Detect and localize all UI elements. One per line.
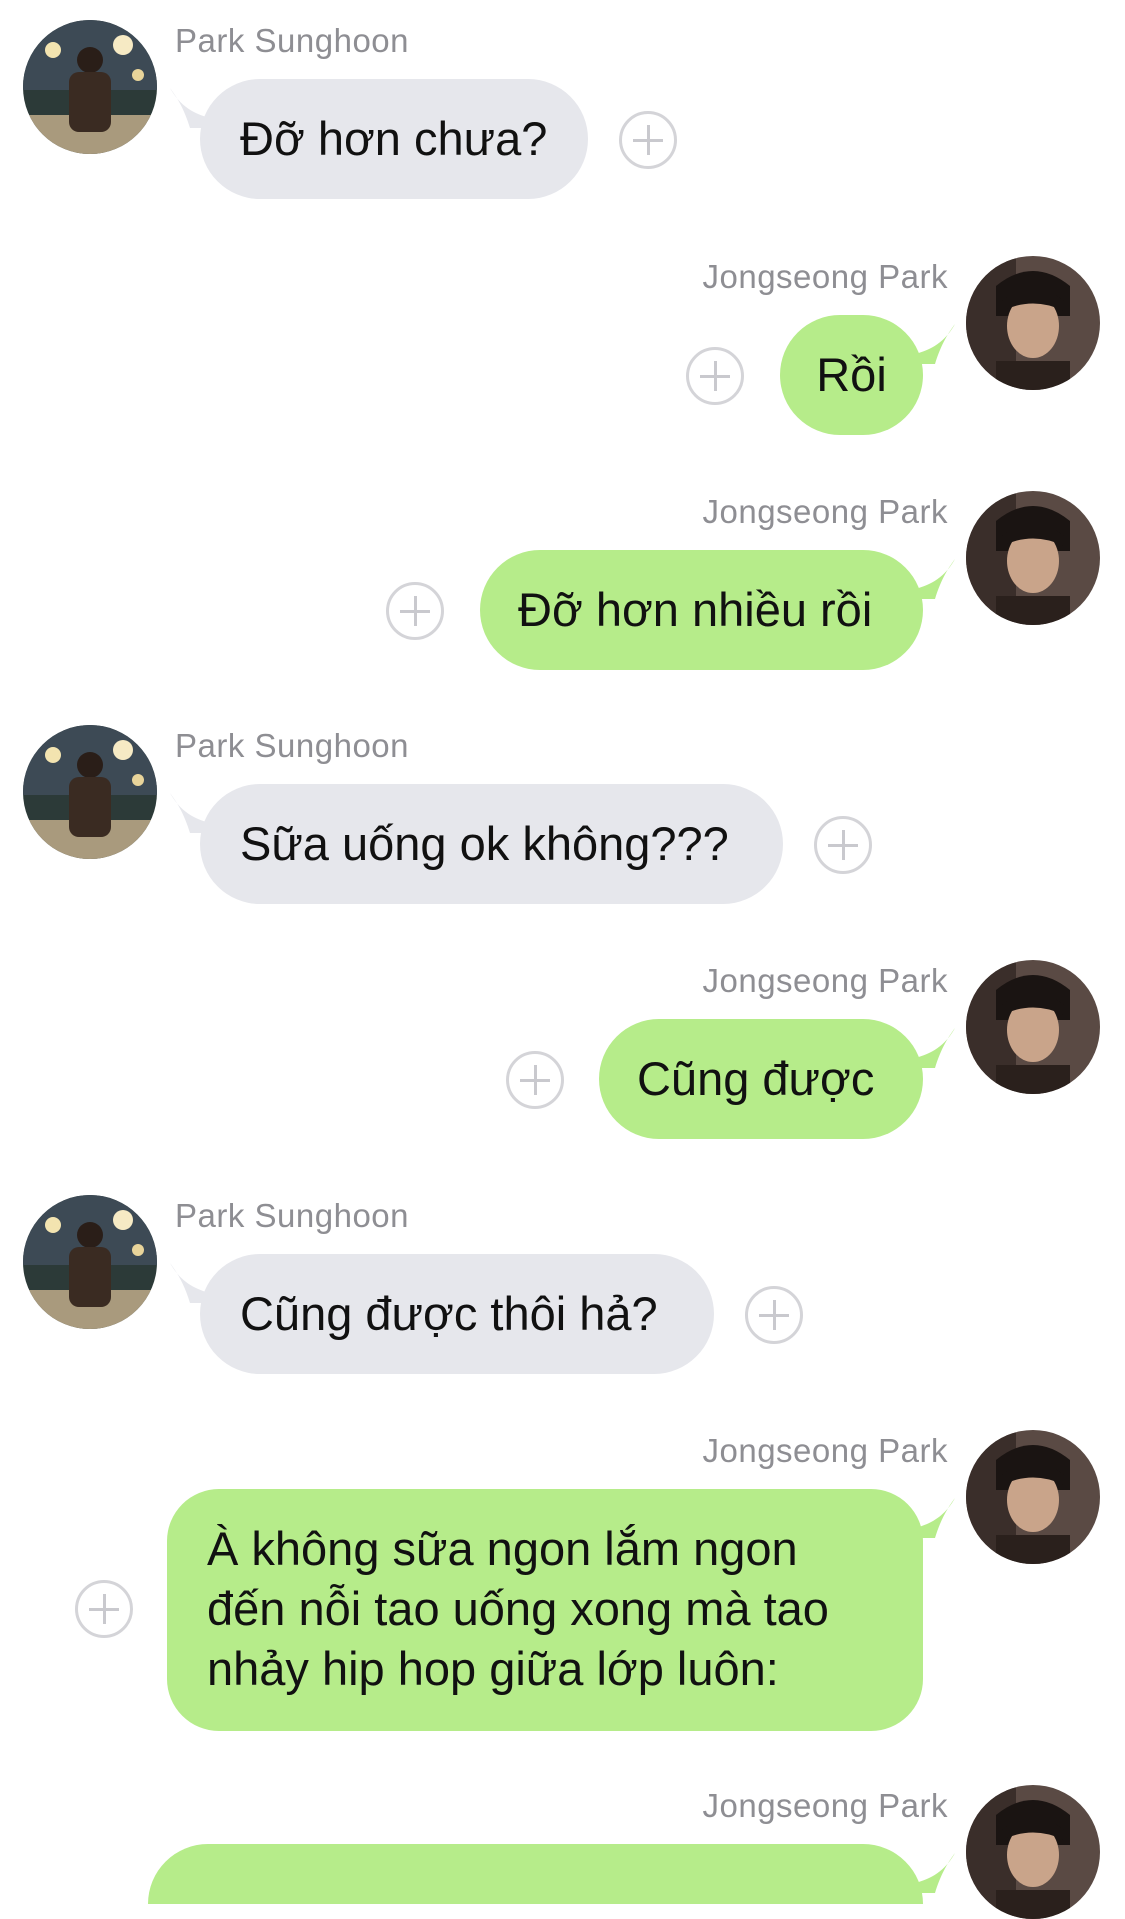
message-row: Jongseong Park Đỡ hơn nhiều rồi <box>0 491 1125 681</box>
message-text: Sữa uống ok không??? <box>240 817 729 870</box>
message-bubble[interactable]: Rồi <box>780 315 923 435</box>
sender-name: Park Sunghoon <box>175 727 410 764</box>
avatar-park-sunghoon[interactable] <box>23 20 157 154</box>
message-row: Park Sunghoon Sữa uống ok không??? <box>0 725 1125 915</box>
message-text: Đỡ hơn nhiều rồi <box>518 583 873 636</box>
plus-circle-icon[interactable] <box>686 347 744 405</box>
message-bubble[interactable]: Cũng được <box>599 1019 923 1139</box>
message-row: Jongseong Park <box>0 1785 1125 1919</box>
plus-circle-icon[interactable] <box>386 582 444 640</box>
sender-name: Jongseong Park <box>702 1787 948 1824</box>
sender-name: Jongseong Park <box>702 962 948 999</box>
sender-name: Park Sunghoon <box>175 22 410 59</box>
avatar-jongseong-park[interactable] <box>966 960 1100 1094</box>
avatar-jongseong-park[interactable] <box>966 1430 1100 1564</box>
plus-circle-icon[interactable] <box>506 1051 564 1109</box>
plus-circle-icon[interactable] <box>814 816 872 874</box>
message-text: Rồi <box>816 348 887 401</box>
message-row: Jongseong Park À không sữa ngon lắm ngon… <box>0 1430 1125 1740</box>
avatar-park-sunghoon[interactable] <box>23 1195 157 1329</box>
message-text: Cũng được thôi hả? <box>240 1287 658 1340</box>
sender-name: Park Sunghoon <box>175 1197 410 1234</box>
message-row: Jongseong Park Rồi <box>0 256 1125 446</box>
message-bubble[interactable]: À không sữa ngon lắm ngon đến nỗi tao uố… <box>167 1489 923 1731</box>
message-row: Jongseong Park Cũng được <box>0 960 1125 1150</box>
sender-name: Jongseong Park <box>702 493 948 530</box>
plus-circle-icon[interactable] <box>75 1580 133 1638</box>
message-text: Đỡ hơn chưa? <box>240 112 548 165</box>
avatar-park-sunghoon[interactable] <box>23 725 157 859</box>
sender-name: Jongseong Park <box>702 1432 948 1469</box>
message-text: Cũng được <box>637 1052 875 1105</box>
plus-circle-icon[interactable] <box>745 1286 803 1344</box>
message-bubble[interactable]: Sữa uống ok không??? <box>200 784 783 904</box>
plus-circle-icon[interactable] <box>619 111 677 169</box>
message-bubble[interactable]: Cũng được thôi hả? <box>200 1254 714 1374</box>
avatar-jongseong-park[interactable] <box>966 491 1100 625</box>
bubble-tail <box>915 1028 955 1068</box>
message-bubble[interactable]: Đỡ hơn chưa? <box>200 79 588 199</box>
sender-name: Jongseong Park <box>702 258 948 295</box>
avatar-jongseong-park[interactable] <box>966 256 1100 390</box>
message-bubble[interactable] <box>148 1844 923 1904</box>
bubble-tail <box>915 1853 955 1893</box>
message-row: Park Sunghoon Đỡ hơn chưa? <box>0 20 1125 210</box>
message-text: À không sữa ngon lắm ngon đến nỗi tao uố… <box>207 1522 829 1695</box>
message-row: Park Sunghoon Cũng được thôi hả? <box>0 1195 1125 1385</box>
bubble-tail <box>915 559 955 599</box>
avatar-jongseong-park[interactable] <box>966 1785 1100 1919</box>
message-bubble[interactable]: Đỡ hơn nhiều rồi <box>480 550 923 670</box>
